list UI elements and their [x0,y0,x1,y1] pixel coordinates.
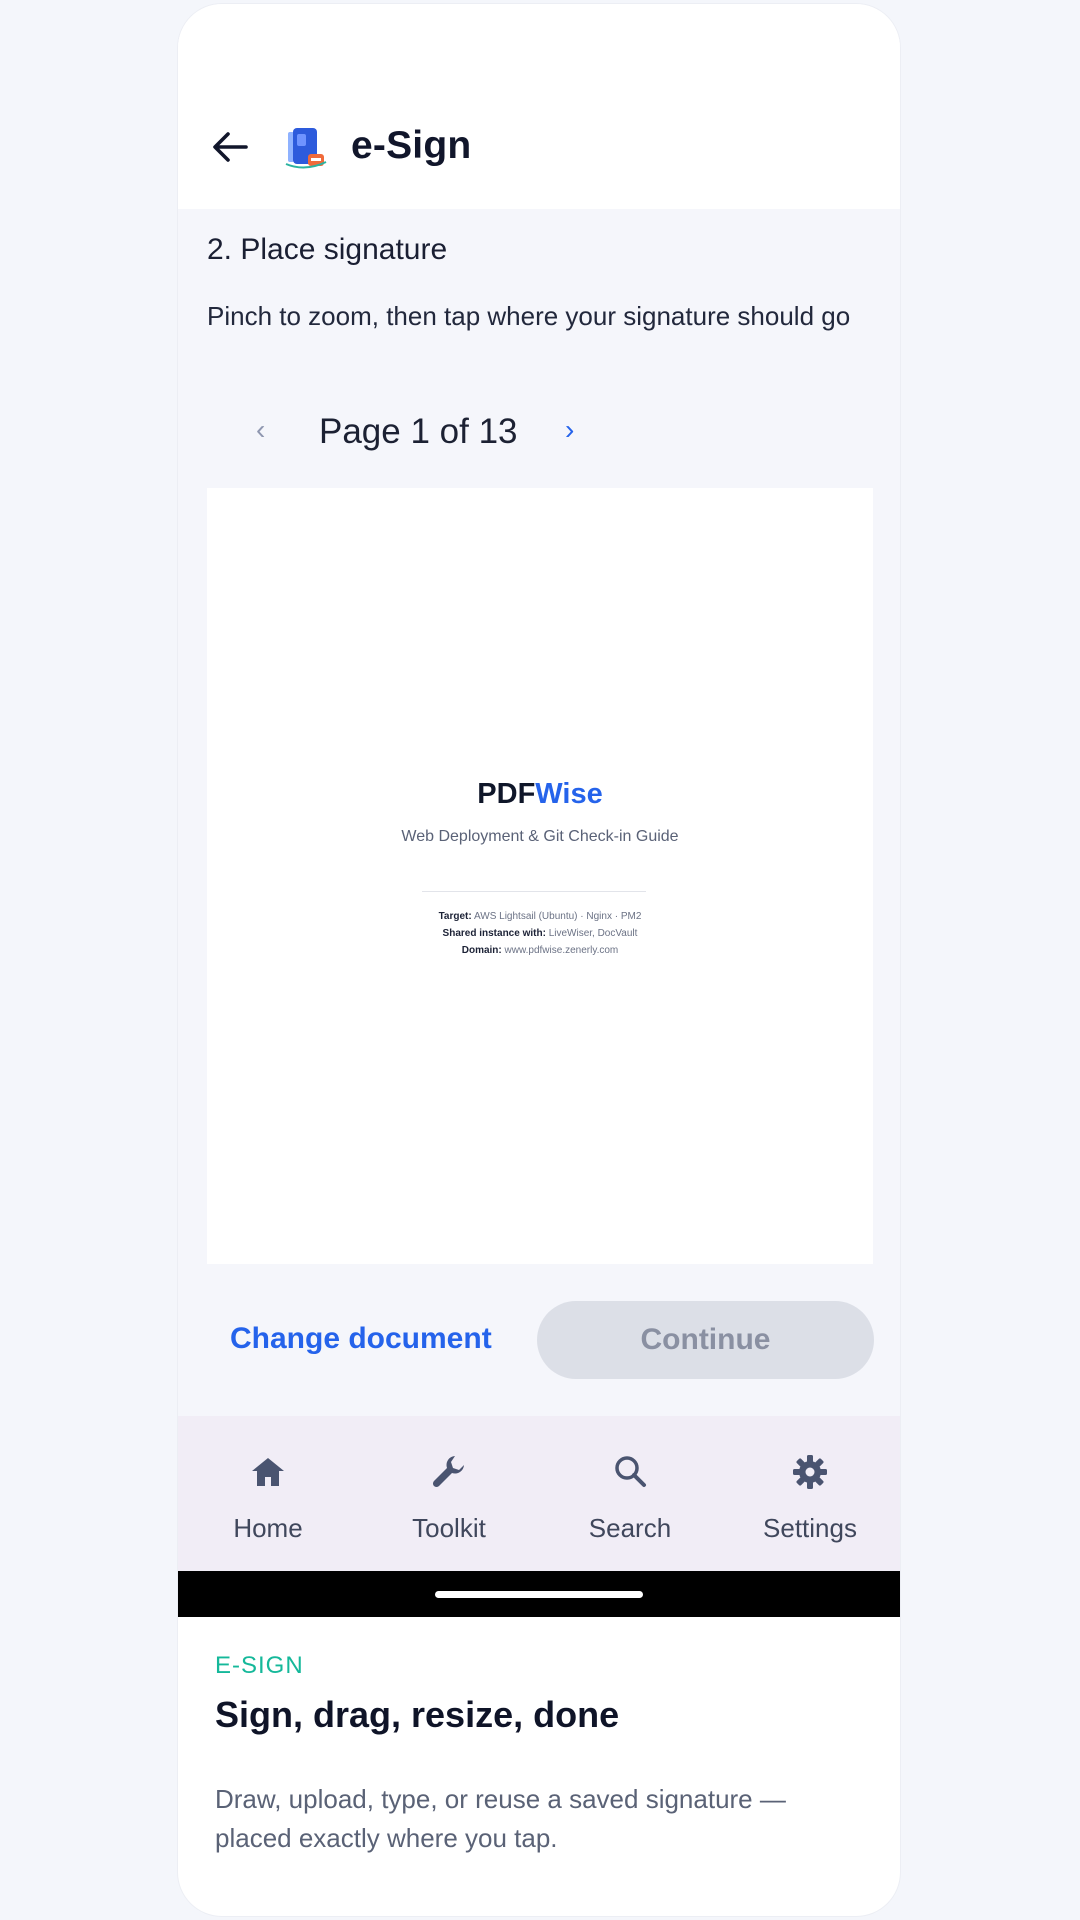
nav-label: Settings [763,1513,857,1543]
nav-item-toolkit[interactable]: Toolkit [359,1416,539,1571]
app-logo [280,124,330,174]
app-screen: e-Sign 2. Place signature Pinch to zoom,… [178,4,900,1617]
document-brand: PDFWise [207,778,873,811]
change-document-button[interactable]: Change document [230,1322,492,1356]
nav-label: Toolkit [412,1513,486,1543]
document-meta-line: Shared instance with: LiveWiser, DocVaul… [442,928,638,939]
back-button[interactable] [208,125,252,169]
nav-item-home[interactable]: Home [178,1416,358,1571]
screen-title: e-Sign [351,124,472,167]
wrench-icon [432,1456,464,1488]
document-brand-part2: Wise [535,778,603,810]
gear-icon [793,1455,827,1489]
document-subtitle: Web Deployment & Git Check-in Guide [401,828,679,845]
promo-headline: Sign, drag, resize, done [215,1694,620,1735]
home-indicator[interactable] [435,1591,643,1598]
document-meta: Target: AWS Lightsail (Ubuntu) · Nginx ·… [207,908,873,959]
arrow-left-icon [213,132,248,162]
previous-page-button[interactable]: ‹ [256,414,265,446]
document-page-preview[interactable]: PDFWise Web Deployment & Git Check-in Gu… [207,488,873,1264]
search-icon [615,1456,646,1487]
nav-item-search[interactable]: Search [540,1416,720,1571]
promo-eyebrow: E-SIGN [215,1652,304,1679]
document-meta-line: Domain: www.pdfwise.zenerly.com [461,945,619,956]
home-icon [252,1458,284,1486]
nav-label: Home [233,1513,303,1543]
bottom-navigation: Home Toolkit Search Settings [178,1416,900,1571]
step-instructions: Pinch to zoom, then tap where your signa… [207,301,851,331]
phone-frame: e-Sign 2. Place signature Pinch to zoom,… [178,4,900,1916]
nav-label: Search [588,1513,672,1543]
system-gesture-bar [178,1571,900,1617]
app-bar: e-Sign [178,4,900,209]
promo-description: Draw, upload, type, or reuse a saved sig… [215,1784,786,1853]
document-meta-line: Target: AWS Lightsail (Ubuntu) · Nginx ·… [438,911,642,922]
page-indicator: Page 1 of 13 [319,412,518,451]
document-brand-part1: PDF [477,778,536,810]
step-title: 2. Place signature [207,233,448,266]
document-divider [422,891,646,892]
nav-item-settings[interactable]: Settings [720,1416,900,1571]
next-page-button[interactable]: › [565,414,574,446]
continue-button[interactable]: Continue [537,1301,874,1379]
